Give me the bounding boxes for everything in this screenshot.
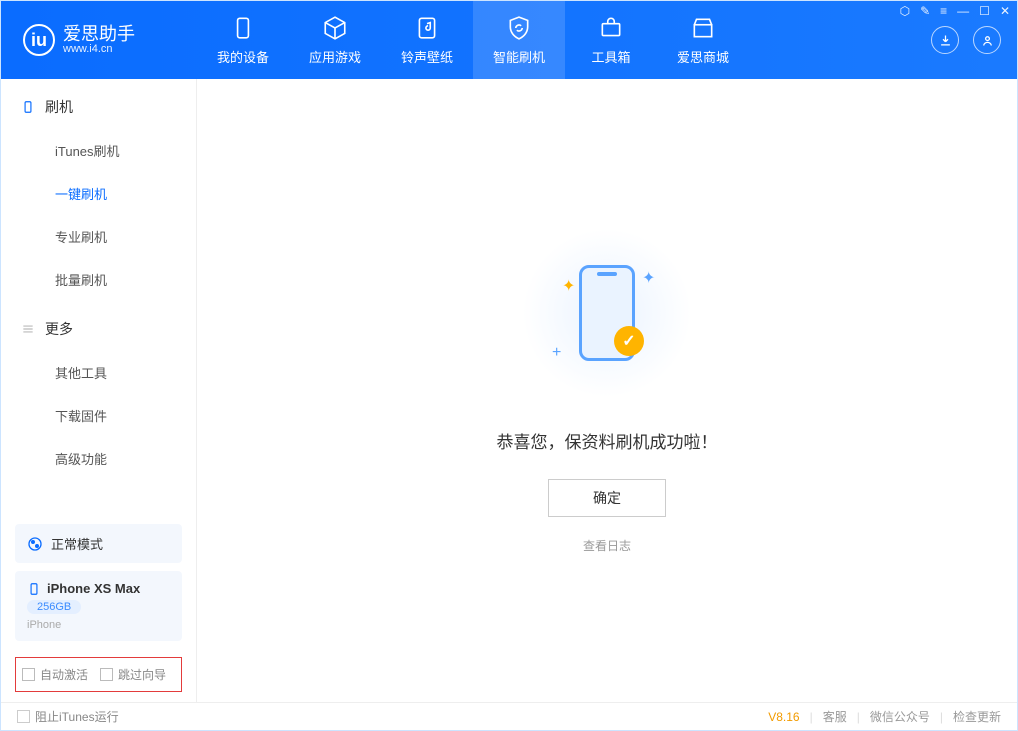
download-icon <box>938 33 953 48</box>
main-content: ✓ ✦ ✦ + 恭喜您，保资料刷机成功啦！ 确定 查看日志 <box>197 79 1017 702</box>
store-icon <box>690 15 716 41</box>
wechat-link[interactable]: 微信公众号 <box>870 708 930 725</box>
music-icon <box>414 15 440 41</box>
feedback-icon[interactable]: ✎ <box>920 4 930 18</box>
phone-small-icon <box>27 582 41 596</box>
sidebar-item-oneclick-flash[interactable]: 一键刷机 <box>1 172 196 215</box>
app-header: iu 爱思助手 www.i4.cn 我的设备 应用游戏 铃声壁纸 智能刷机 工具… <box>1 1 1017 79</box>
checkbox-icon <box>100 668 113 681</box>
profile-button[interactable] <box>973 26 1001 54</box>
sidebar-item-download-firmware[interactable]: 下载固件 <box>1 394 196 437</box>
tab-ringtones[interactable]: 铃声壁纸 <box>381 1 473 79</box>
header-actions <box>931 26 1017 54</box>
capacity-badge: 256GB <box>27 600 81 614</box>
support-link[interactable]: 客服 <box>823 708 847 725</box>
app-title: 爱思助手 <box>63 25 135 43</box>
logo-icon: iu <box>23 24 55 56</box>
device-icon <box>21 100 35 114</box>
checkmark-badge-icon: ✓ <box>614 326 644 356</box>
checkbox-icon <box>17 710 30 723</box>
app-subtitle: www.i4.cn <box>63 43 135 55</box>
app-logo: iu 爱思助手 www.i4.cn <box>1 24 197 56</box>
flash-options-highlight: 自动激活 跳过向导 <box>15 657 182 692</box>
check-update-link[interactable]: 检查更新 <box>953 708 1001 725</box>
success-illustration: ✓ ✦ ✦ + <box>522 228 692 398</box>
sidebar-section-flash: 刷机 <box>1 79 196 129</box>
tab-toolbox[interactable]: 工具箱 <box>565 1 657 79</box>
checkbox-skip-guide[interactable]: 跳过向导 <box>100 666 166 683</box>
minimize-button[interactable]: — <box>957 4 969 18</box>
checkbox-block-itunes[interactable]: 阻止iTunes运行 <box>17 708 119 725</box>
nav-tabs: 我的设备 应用游戏 铃声壁纸 智能刷机 工具箱 爱思商城 <box>197 1 749 79</box>
device-type-label: iPhone <box>27 619 170 631</box>
sidebar-item-batch-flash[interactable]: 批量刷机 <box>1 258 196 301</box>
device-card[interactable]: iPhone XS Max 256GB iPhone <box>15 571 182 641</box>
tab-apps[interactable]: 应用游戏 <box>289 1 381 79</box>
list-icon <box>21 322 35 336</box>
phone-icon <box>230 15 256 41</box>
tab-smart-flash[interactable]: 智能刷机 <box>473 1 565 79</box>
mode-indicator[interactable]: 正常模式 <box>15 524 182 563</box>
tab-my-device[interactable]: 我的设备 <box>197 1 289 79</box>
maximize-button[interactable]: ☐ <box>979 4 990 18</box>
sidebar-section-more: 更多 <box>1 301 196 351</box>
tab-store[interactable]: 爱思商城 <box>657 1 749 79</box>
menu-icon[interactable]: ≡ <box>940 4 947 18</box>
sidebar-item-advanced[interactable]: 高级功能 <box>1 437 196 480</box>
skin-icon[interactable]: ⬡ <box>900 4 910 18</box>
user-icon <box>980 33 995 48</box>
sidebar: 刷机 iTunes刷机 一键刷机 专业刷机 批量刷机 更多 其他工具 下载固件 … <box>1 79 197 702</box>
sparkle-icon: ✦ <box>562 276 572 286</box>
download-button[interactable] <box>931 26 959 54</box>
checkbox-icon <box>22 668 35 681</box>
sidebar-item-itunes-flash[interactable]: iTunes刷机 <box>1 129 196 172</box>
cube-icon <box>322 15 348 41</box>
shield-refresh-icon <box>506 15 532 41</box>
confirm-button[interactable]: 确定 <box>548 479 666 517</box>
window-controls: ⬡ ✎ ≡ — ☐ ✕ <box>900 4 1010 18</box>
status-bar: 阻止iTunes运行 V8.16 | 客服 | 微信公众号 | 检查更新 <box>1 702 1017 730</box>
close-button[interactable]: ✕ <box>1000 4 1010 18</box>
sidebar-item-other-tools[interactable]: 其他工具 <box>1 351 196 394</box>
checkbox-auto-activate[interactable]: 自动激活 <box>22 666 88 683</box>
sparkle-icon: + <box>552 344 562 354</box>
success-message: 恭喜您，保资料刷机成功啦！ <box>497 428 718 453</box>
version-label: V8.16 <box>768 710 799 724</box>
toolbox-icon <box>598 15 624 41</box>
view-log-link[interactable]: 查看日志 <box>583 537 631 554</box>
device-name-label: iPhone XS Max <box>47 581 140 596</box>
mode-icon <box>27 536 43 552</box>
sparkle-icon: ✦ <box>642 268 652 278</box>
sidebar-item-pro-flash[interactable]: 专业刷机 <box>1 215 196 258</box>
